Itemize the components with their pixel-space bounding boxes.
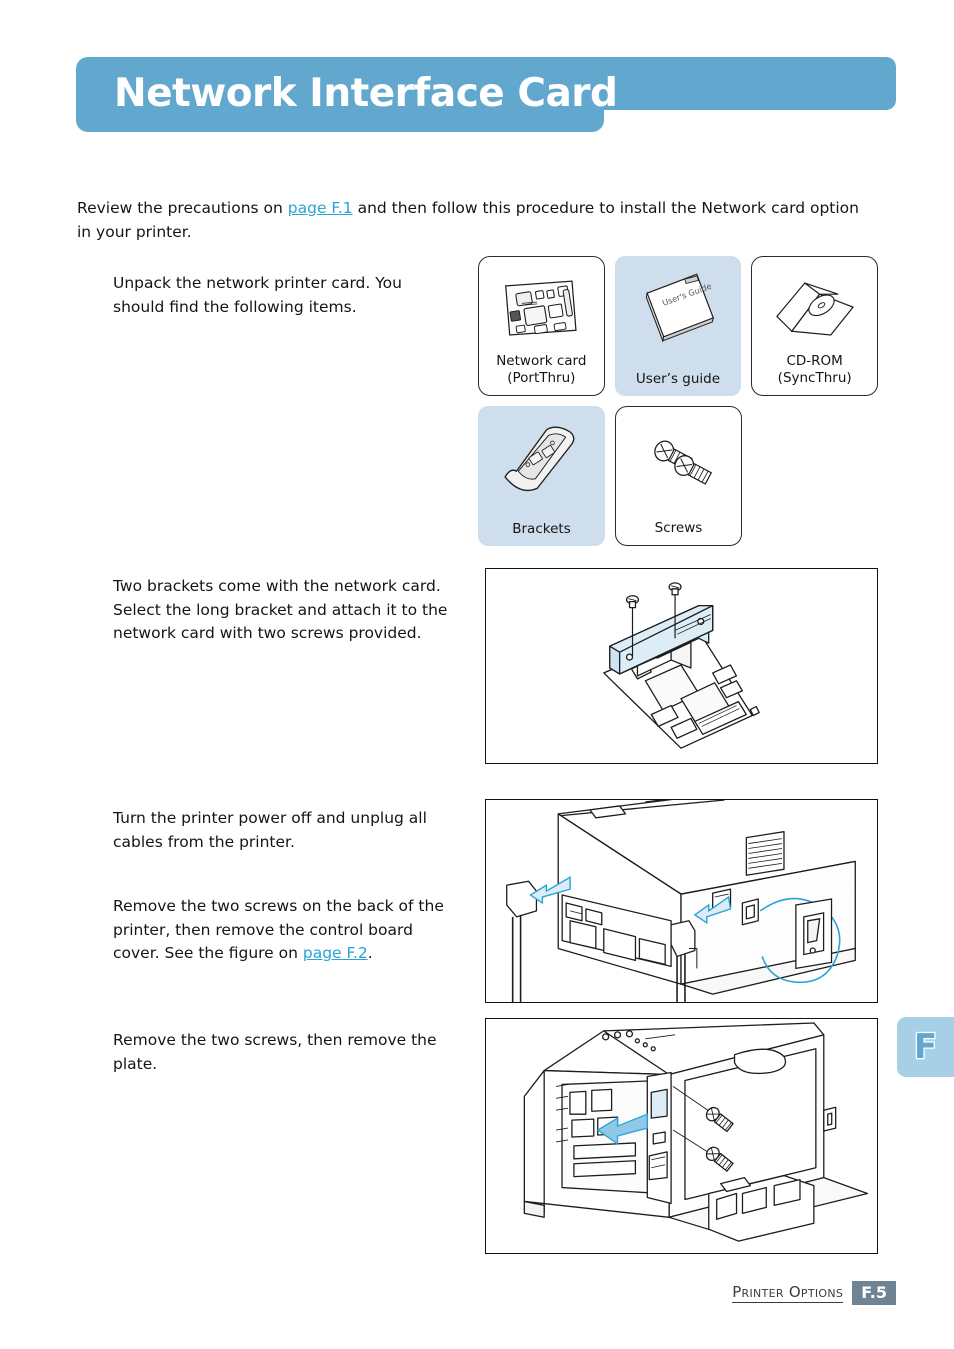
page-header-banner: Network Interface Card <box>76 57 896 139</box>
step-2-text: Two brackets come with the network card.… <box>113 577 448 642</box>
item-label-users-guide: User’s guide <box>635 371 721 387</box>
brackets-art-icon <box>478 412 605 504</box>
intro-text-before: Review the precautions on <box>77 198 288 217</box>
figure-printer-plate-screws <box>485 1018 878 1254</box>
page-title: Network Interface Card <box>114 71 618 116</box>
cd-rom-art-icon <box>752 263 877 355</box>
item-label-line1: CD-ROM <box>786 353 843 369</box>
step-3-text: Turn the printer power off and unplug al… <box>113 809 427 851</box>
item-box-brackets: Brackets <box>478 406 605 546</box>
link-page-f2[interactable]: page F.2 <box>303 944 368 962</box>
figure-printer-rear-cables <box>485 799 878 1003</box>
screws-art-icon <box>616 413 741 505</box>
step-4-text-after: . <box>367 944 373 962</box>
item-label-brackets: Brackets <box>512 521 571 537</box>
item-label-line1: Network card <box>496 353 587 369</box>
link-page-f1[interactable]: page F.1 <box>288 199 353 217</box>
intro-paragraph: Review the precautions on page F.1 and t… <box>77 196 877 244</box>
step-4-text-before: Remove the two screws on the back of the… <box>113 897 444 962</box>
users-guide-art-icon: User's Guide <box>615 262 742 354</box>
item-label-screws: Screws <box>654 520 703 536</box>
step-1-text: Unpack the network printer card. You sho… <box>113 274 402 316</box>
footer-chapter-name: Printer Options <box>732 1283 844 1303</box>
step-5-text: Remove the two screws, then remove the p… <box>113 1031 437 1073</box>
item-row-1: Network card (PortThru) User's Guide Use… <box>478 256 878 396</box>
footer-content: Printer Options F.5 <box>732 1281 896 1305</box>
item-box-screws: Screws <box>615 406 742 546</box>
page-footer: Printer Options F.5 <box>0 1281 954 1311</box>
item-label-line2: (PortThru) <box>507 370 576 386</box>
item-box-users-guide: User's Guide User’s guide <box>614 256 742 396</box>
step-4-text: Remove the two screws on the back of the… <box>113 895 458 966</box>
network-card-art-icon <box>479 263 604 355</box>
item-box-network-card: Network card (PortThru) <box>478 256 605 396</box>
item-label-cd-rom: CD-ROM (SyncThru) <box>778 353 852 387</box>
item-box-cd-rom: CD-ROM (SyncThru) <box>751 256 878 396</box>
chapter-tab-f: F <box>897 1017 954 1077</box>
item-label-network-card: Network card (PortThru) <box>496 353 586 387</box>
item-label-line2: (SyncThru) <box>777 370 852 386</box>
footer-page-number: F.5 <box>852 1281 896 1305</box>
item-row-2: Brackets Screws <box>478 406 878 546</box>
unpack-items-grid: Network card (PortThru) User's Guide Use… <box>478 256 878 546</box>
chapter-tab-letter: F <box>913 1027 939 1067</box>
figure-network-card-bracket <box>485 568 878 764</box>
